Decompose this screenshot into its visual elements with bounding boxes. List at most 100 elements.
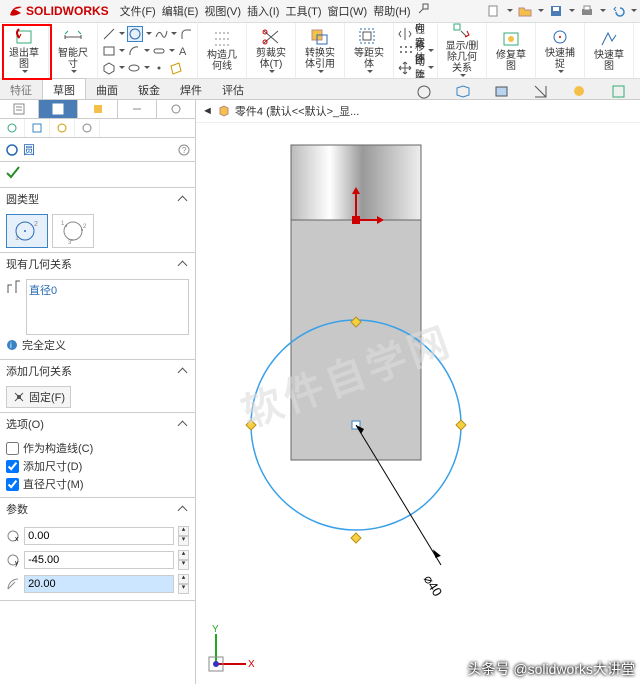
ellipse-icon[interactable] xyxy=(127,61,141,75)
menu-file[interactable]: 文件(F) xyxy=(117,3,159,19)
convert-button[interactable]: 转换实 体引用 xyxy=(300,25,340,75)
history-back-icon[interactable]: ◄ xyxy=(202,105,213,117)
open-icon[interactable] xyxy=(518,4,532,18)
menu-window[interactable]: 窗口(W) xyxy=(325,3,371,19)
polygon-icon[interactable] xyxy=(102,61,116,75)
r-down[interactable]: ▾ xyxy=(178,584,189,594)
save-icon[interactable] xyxy=(549,4,563,18)
appearance-icon[interactable] xyxy=(562,81,597,102)
fixed-relation-button[interactable]: 固定(F) xyxy=(6,386,71,408)
circle-icon[interactable] xyxy=(127,26,143,42)
ptab-property-mgr[interactable] xyxy=(39,100,78,118)
construct-geom-button[interactable]: 构造几 何线 xyxy=(202,25,242,75)
graphics-area[interactable]: ◄ 零件4 (默认<<默认>_显... 软件自学网 xyxy=(196,100,640,684)
chevron-up-icon[interactable] xyxy=(179,194,189,204)
text-icon[interactable]: A xyxy=(177,44,191,58)
tab-sketch[interactable]: 草图 xyxy=(42,78,86,99)
ptab-config[interactable] xyxy=(78,100,117,118)
model-view[interactable]: ⌀40 xyxy=(196,125,636,680)
chevron-up-icon[interactable] xyxy=(179,259,189,269)
ok-icon[interactable] xyxy=(5,165,21,181)
menu-tools[interactable]: 工具(T) xyxy=(282,3,324,19)
open-dropdown[interactable] xyxy=(538,9,543,14)
main-area: 圆 ? 圆类型 21 123 现有几何关系 直径0 xyxy=(0,100,640,684)
menu-help[interactable]: 帮助(H) xyxy=(370,3,413,19)
quick-snap-button[interactable]: 快速捕 捉 xyxy=(540,25,580,75)
undo-icon[interactable] xyxy=(611,4,625,18)
view-icon[interactable] xyxy=(445,81,480,102)
orient-icon[interactable] xyxy=(406,81,441,102)
slot-icon[interactable] xyxy=(152,44,166,58)
tab-weldment[interactable]: 焊件 xyxy=(170,79,212,99)
section-icon[interactable] xyxy=(523,81,558,102)
section-options: 选项(O) 作为构造线(C) 添加尺寸(D) 直径尺寸(M) xyxy=(0,413,195,498)
print-dropdown[interactable] xyxy=(600,9,605,14)
fillet-icon[interactable] xyxy=(179,27,193,41)
exit-sketch-button[interactable]: 退出草 图 xyxy=(4,25,44,75)
tab-sheetmetal[interactable]: 钣金 xyxy=(128,79,170,99)
mirror-icon[interactable] xyxy=(398,27,412,41)
trim-button[interactable]: 剪裁实 体(T) xyxy=(251,25,291,75)
rect-icon[interactable] xyxy=(102,44,116,58)
subtab-3[interactable] xyxy=(50,119,75,137)
point-icon[interactable] xyxy=(152,61,166,75)
svg-text:y: y xyxy=(15,560,19,567)
cy-down[interactable]: ▾ xyxy=(178,560,189,570)
chevron-up-icon[interactable] xyxy=(179,504,189,514)
menu-edit[interactable]: 编辑(E) xyxy=(159,3,202,19)
chevron-up-icon[interactable] xyxy=(179,366,189,376)
viewport[interactable]: 软件自学网 xyxy=(196,125,640,684)
scene-icon[interactable] xyxy=(601,81,636,102)
breadcrumb: ◄ 零件4 (默认<<默认>_显... xyxy=(196,100,640,123)
tab-evaluate[interactable]: 评估 xyxy=(212,79,254,99)
tab-surface[interactable]: 曲面 xyxy=(86,79,128,99)
ptab-feature-tree[interactable] xyxy=(0,100,39,118)
plane-icon[interactable] xyxy=(169,61,183,75)
view-triad[interactable]: Y X xyxy=(206,624,256,674)
new-icon[interactable] xyxy=(487,4,501,18)
offset-button[interactable]: 等距实 体 xyxy=(349,25,389,75)
subtab-1[interactable] xyxy=(0,119,25,137)
relations-list[interactable]: 直径0 xyxy=(26,279,189,335)
cy-up[interactable]: ▴ xyxy=(178,550,189,560)
opt-dia-dim[interactable]: 直径尺寸(M) xyxy=(6,475,189,493)
show-relations-button[interactable]: 显示/删 除几何 关系 xyxy=(442,25,482,75)
ptab-dim[interactable] xyxy=(118,100,157,118)
opt-add-dim[interactable]: 添加尺寸(D) xyxy=(6,457,189,475)
undo-dropdown[interactable] xyxy=(631,9,636,14)
cy-input[interactable] xyxy=(24,551,174,569)
definition-status: 完全定义 xyxy=(22,337,66,353)
pattern-icon[interactable] xyxy=(398,44,412,58)
doc-title[interactable]: 零件4 (默认<<默认>_显... xyxy=(235,103,359,119)
dimension-value[interactable]: ⌀40 xyxy=(421,572,446,599)
display-icon[interactable] xyxy=(484,81,519,102)
circle-center-type[interactable]: 21 xyxy=(6,214,48,248)
smart-dimension-button[interactable]: 智能尺 寸 xyxy=(53,25,93,75)
menu-view[interactable]: 视图(V) xyxy=(201,3,244,19)
print-icon[interactable] xyxy=(580,4,594,18)
repair-sketch-button[interactable]: 修复草 图 xyxy=(491,25,531,75)
subtab-4[interactable] xyxy=(75,119,100,137)
line-icon[interactable] xyxy=(102,27,116,41)
subtab-2[interactable] xyxy=(25,119,50,137)
cx-up[interactable]: ▴ xyxy=(178,526,189,536)
circle-3pt-type[interactable]: 123 xyxy=(52,214,94,248)
menu-search-icon[interactable] xyxy=(414,3,432,19)
r-up[interactable]: ▴ xyxy=(178,574,189,584)
view-toolbar xyxy=(402,79,640,99)
rapid-sketch-button[interactable]: 快速草 图 xyxy=(589,25,629,75)
radius-input[interactable] xyxy=(24,575,174,593)
pm-help-icon[interactable]: ? xyxy=(178,144,190,156)
opt-construction[interactable]: 作为构造线(C) xyxy=(6,439,189,457)
arc-icon[interactable] xyxy=(127,44,141,58)
save-dropdown[interactable] xyxy=(569,9,574,14)
menu-insert[interactable]: 插入(I) xyxy=(244,3,282,19)
cx-down[interactable]: ▾ xyxy=(178,536,189,546)
tab-feature[interactable]: 特征 xyxy=(0,79,42,99)
spline-icon[interactable] xyxy=(154,27,168,41)
ptab-display[interactable] xyxy=(157,100,195,118)
new-dropdown[interactable] xyxy=(507,9,512,14)
cx-input[interactable] xyxy=(24,527,174,545)
move-icon[interactable] xyxy=(398,61,412,75)
chevron-up-icon[interactable] xyxy=(179,419,189,429)
